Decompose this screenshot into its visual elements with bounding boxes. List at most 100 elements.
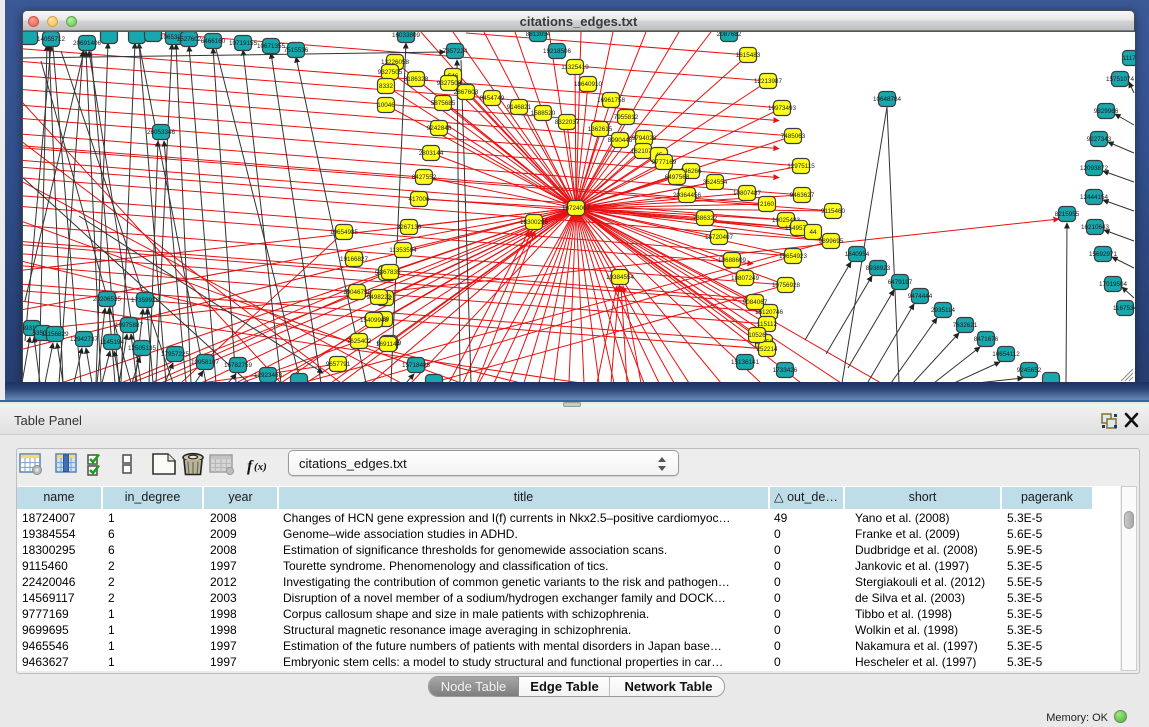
svg-text:9657791: 9657791 [326,361,351,368]
svg-text:10671355: 10671355 [257,43,286,50]
svg-text:8332: 8332 [379,83,394,90]
svg-text:8186328: 8186328 [404,76,429,83]
svg-text:12213987: 12213987 [754,78,783,85]
svg-text:18640910: 18640910 [574,81,603,88]
svg-text:2803144: 2803144 [419,150,444,157]
svg-text:10975887: 10975887 [115,322,144,329]
svg-text:1615483: 1615483 [736,52,761,59]
svg-text:9777169: 9777169 [652,159,677,166]
svg-text:1527602: 1527602 [177,36,202,43]
svg-text:16210643: 16210643 [1081,224,1110,231]
svg-text:10648784: 10648784 [873,96,902,103]
svg-text:9794028: 9794028 [632,135,657,142]
svg-text:17359928: 17359928 [131,297,160,304]
svg-text:1588520: 1588520 [531,110,556,117]
svg-text:10719155: 10719155 [229,40,258,47]
svg-text:19384554: 19384554 [606,274,635,281]
svg-text:2160: 2160 [760,201,775,208]
svg-text:7955812: 7955812 [614,114,639,121]
svg-text:26053346: 26053346 [147,129,176,136]
svg-text:16033809: 16033809 [392,32,421,39]
svg-text:18724007: 18724007 [562,205,591,212]
svg-text:19166827: 19166827 [340,256,369,263]
svg-text:3624554: 3624554 [703,179,728,186]
svg-text:367835: 367835 [379,269,401,276]
svg-text:7632621: 7632621 [953,322,978,329]
svg-text:11156829: 11156829 [41,331,69,338]
svg-text:1167534: 1167534 [1113,305,1135,312]
svg-text:10688609: 10688609 [718,257,747,264]
svg-text:12975115: 12975115 [787,163,815,170]
svg-text:6466160: 6466160 [201,38,226,45]
svg-text:19218506: 19218506 [543,48,572,55]
svg-text:15751074: 15751074 [1106,76,1135,83]
svg-text:10654112: 10654112 [992,351,1020,358]
svg-text:12923468: 12923468 [254,372,283,379]
svg-text:10973493: 10973493 [768,105,797,112]
svg-text:7485063: 7485063 [781,133,806,140]
svg-text:8990448: 8990448 [608,137,633,144]
svg-text:8471676: 8471676 [974,336,999,343]
svg-text:9327505: 9327505 [378,69,403,76]
svg-text:15720407: 15720407 [705,234,734,241]
svg-text:9115460: 9115460 [821,208,846,215]
svg-text:9899695: 9899695 [819,238,844,245]
svg-text:10958107: 10958107 [191,359,220,366]
svg-text:12093872: 12093872 [1080,165,1109,172]
svg-text:252214: 252214 [756,346,778,353]
svg-text:11353594: 11353594 [389,247,417,254]
svg-text:f: f [247,458,254,475]
svg-text:3267130: 3267130 [397,224,422,231]
svg-text:9329966: 9329966 [1094,108,1119,115]
svg-text:17019504: 17019504 [1099,281,1128,288]
svg-text:1691144: 1691144 [376,341,401,348]
svg-text:18300295: 18300295 [520,219,549,226]
svg-text:15718485: 15718485 [402,362,431,369]
svg-text:11178: 11178 [1123,55,1135,62]
svg-text:19654923: 19654923 [779,253,808,260]
svg-text:8215955: 8215955 [1055,211,1080,218]
svg-text:18807249: 18807249 [731,275,760,282]
svg-text:8427552: 8427552 [412,174,437,181]
svg-text:9245652: 9245652 [1017,367,1042,374]
svg-text:(x): (x) [254,461,267,473]
svg-text:7515536: 7515536 [284,47,309,54]
svg-text:19654985: 19654985 [330,229,359,236]
svg-text:12942737: 12942737 [70,336,99,343]
svg-text:20206535: 20206535 [93,296,122,303]
svg-text:9227343: 9227343 [1087,136,1112,143]
svg-text:20364456: 20364456 [673,192,702,199]
svg-text:9474444: 9474444 [908,293,933,300]
svg-text:14055712: 14055712 [37,36,66,43]
svg-text:20691406: 20691406 [73,40,102,47]
svg-text:7357224: 7357224 [443,48,468,55]
svg-text:2087682: 2087682 [717,32,742,38]
svg-text:11325419: 11325419 [561,64,589,71]
svg-text:417006: 417006 [408,196,430,203]
svg-text:12444154: 12444154 [1080,194,1109,201]
svg-text:8322037: 8322037 [555,119,580,126]
svg-text:9498222: 9498222 [367,294,392,301]
svg-text:44: 44 [809,229,817,236]
svg-text:8454749: 8454749 [480,95,505,102]
svg-text:15136141: 15136141 [731,359,760,366]
svg-text:8813054: 8813054 [526,32,551,38]
svg-text:16961758: 16961758 [597,97,626,104]
svg-text:7386322: 7386322 [693,215,718,222]
svg-text:2935114: 2935114 [931,307,956,314]
svg-text:17957225: 17957225 [161,351,190,358]
svg-text:10046: 10046 [377,102,395,109]
svg-text:10807487: 10807487 [733,190,762,197]
svg-text:5875685: 5875685 [431,100,456,107]
svg-text:15692971: 15692971 [1089,251,1118,258]
svg-text:9463627: 9463627 [790,192,815,199]
svg-text:12505135: 12505135 [128,345,157,352]
svg-text:1362615: 1362615 [588,126,613,133]
svg-text:16782759: 16782759 [224,362,253,369]
svg-text:10526: 10526 [748,332,766,339]
svg-text:9242848: 9242848 [427,125,452,132]
svg-text:9146821: 9146821 [507,104,532,111]
svg-text:7625402: 7625402 [347,338,372,345]
svg-text:1145194: 1145194 [100,339,125,346]
svg-text:1733426: 1733426 [773,367,798,374]
